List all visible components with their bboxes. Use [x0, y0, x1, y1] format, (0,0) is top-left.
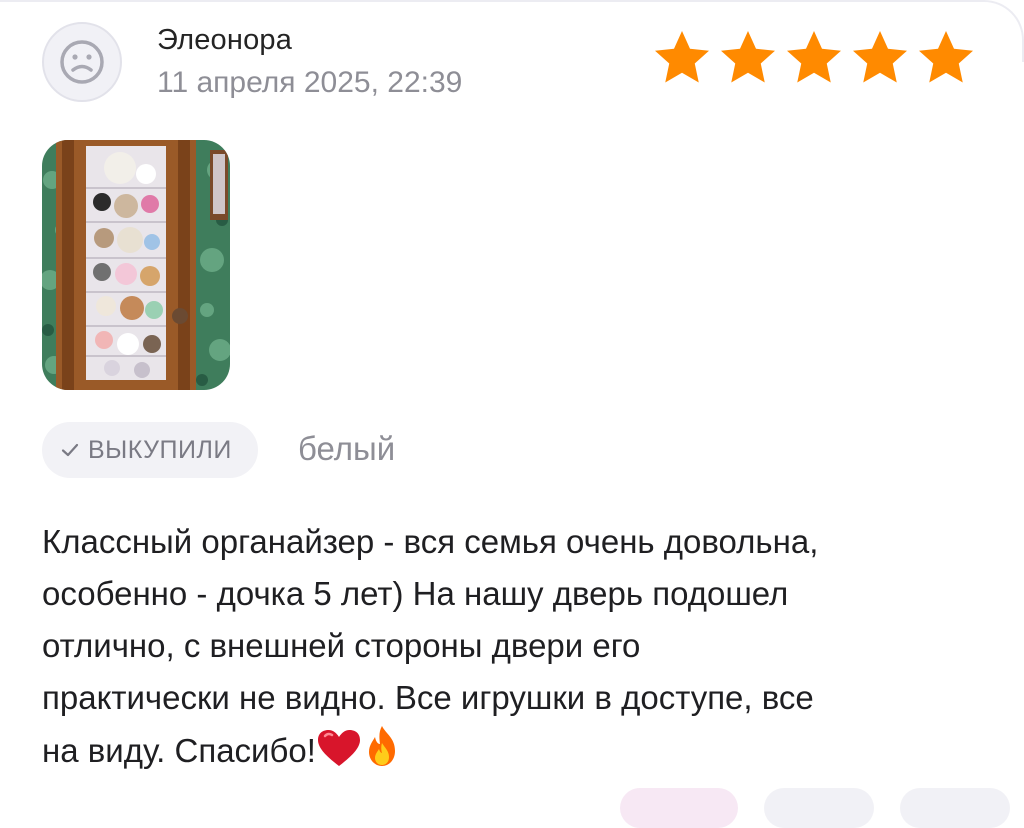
review-text: Классный органайзер - вся семья очень до… [42, 516, 992, 783]
reaction-chip[interactable] [900, 788, 1010, 828]
star-icon [652, 28, 712, 88]
reaction-chip[interactable] [620, 788, 738, 828]
star-icon [784, 28, 844, 88]
author-name: Элеонора [157, 24, 293, 56]
status-badge-label: ВЫКУПИЛИ [88, 435, 232, 464]
review-card: Элеонора 11 апреля 2025, 22:39 ВЫКУПИЛИ … [0, 0, 1024, 828]
check-icon [61, 443, 79, 457]
product-variant: белый [298, 430, 396, 467]
avatar [42, 22, 122, 102]
status-badge: ВЫКУПИЛИ [42, 422, 258, 478]
review-photo[interactable] [42, 140, 230, 390]
bottom-chip-row [620, 788, 1010, 828]
star-icon [916, 28, 976, 88]
review-text-body: Классный органайзер - вся семья очень до… [42, 523, 819, 769]
red-heart-emoji [316, 728, 362, 783]
fire-emoji [362, 724, 402, 783]
rating-stars [652, 28, 976, 88]
star-icon [850, 28, 910, 88]
star-icon [718, 28, 778, 88]
reaction-chip[interactable] [764, 788, 874, 828]
sad-face-icon [60, 40, 104, 84]
review-date: 11 апреля 2025, 22:39 [157, 66, 463, 99]
